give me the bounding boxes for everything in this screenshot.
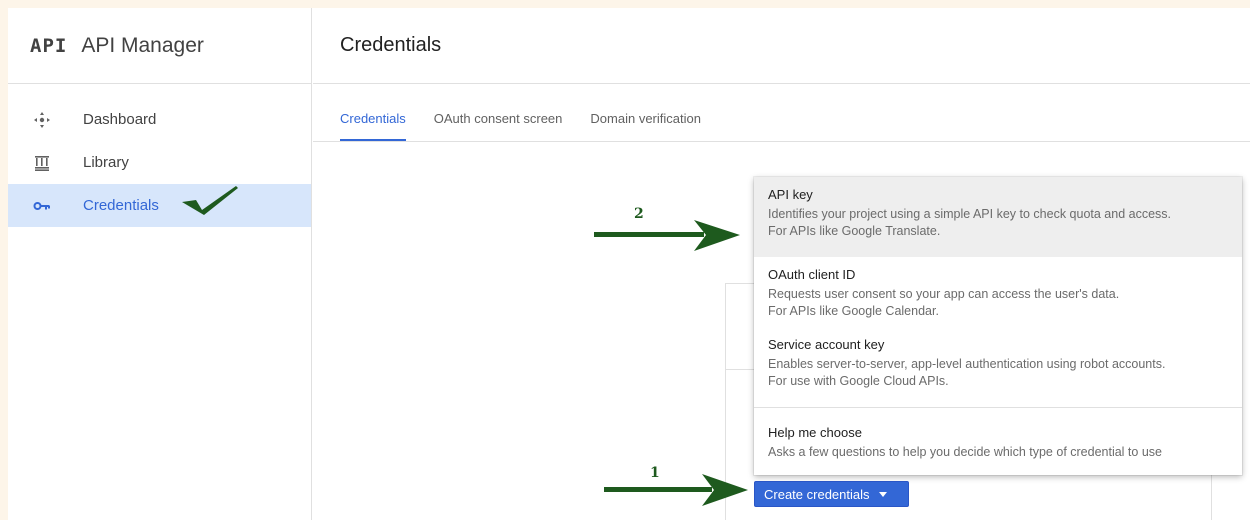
tab-bar: Credentials OAuth consent screen Domain … bbox=[313, 84, 1250, 142]
sidebar-item-credentials[interactable]: Credentials bbox=[8, 184, 311, 227]
checkmark-annotation-icon bbox=[182, 186, 238, 215]
brand-header: API API Manager bbox=[8, 8, 311, 84]
page-title: Credentials bbox=[340, 34, 442, 56]
menu-item-title: API key bbox=[768, 187, 813, 202]
arrow-right-icon bbox=[604, 474, 748, 506]
menu-item-help-me-choose[interactable]: Help me choose Asks a few questions to h… bbox=[754, 408, 1242, 461]
tab-domain-verification[interactable]: Domain verification bbox=[590, 111, 701, 141]
sidebar-item-label: Credentials bbox=[83, 197, 159, 214]
menu-item-api-key[interactable]: API key Identifies your project using a … bbox=[754, 177, 1242, 257]
menu-item-desc: For APIs like Google Translate. bbox=[768, 224, 941, 238]
menu-item-title: OAuth client ID bbox=[768, 267, 856, 282]
caret-down-icon bbox=[878, 491, 887, 497]
menu-item-title: Help me choose bbox=[768, 425, 862, 440]
key-icon bbox=[32, 196, 52, 216]
tab-oauth-consent-screen[interactable]: OAuth consent screen bbox=[434, 111, 563, 141]
menu-item-desc: Enables server-to-server, app-level auth… bbox=[768, 357, 1166, 371]
sidebar: API API Manager Dashboard Library Creden… bbox=[8, 8, 312, 520]
menu-item-desc: For APIs like Google Calendar. bbox=[768, 304, 939, 318]
card-divider bbox=[726, 369, 756, 370]
menu-item-title: Service account key bbox=[768, 337, 885, 352]
menu-item-desc: Identifies your project using a simple A… bbox=[768, 207, 1171, 221]
api-logo: API bbox=[30, 34, 68, 57]
create-credentials-menu: API key Identifies your project using a … bbox=[754, 177, 1242, 475]
sidebar-item-label: Library bbox=[83, 154, 129, 171]
sidebar-nav: Dashboard Library Credentials bbox=[8, 84, 311, 227]
main-content: Credentials Credentials OAuth consent sc… bbox=[313, 8, 1250, 520]
sidebar-item-dashboard[interactable]: Dashboard bbox=[8, 98, 311, 141]
dashboard-icon bbox=[32, 110, 52, 130]
menu-item-desc: Asks a few questions to help you decide … bbox=[768, 445, 1162, 459]
sidebar-item-label: Dashboard bbox=[83, 111, 157, 128]
create-credentials-label: Create credentials bbox=[764, 486, 870, 502]
menu-item-oauth-client-id[interactable]: OAuth client ID Requests user consent so… bbox=[754, 257, 1242, 327]
app-title: API Manager bbox=[81, 33, 204, 57]
menu-item-desc: Requests user consent so your app can ac… bbox=[768, 287, 1120, 301]
arrow-right-icon bbox=[594, 220, 740, 251]
sidebar-item-library[interactable]: Library bbox=[8, 141, 311, 184]
page-header: Credentials bbox=[313, 8, 1250, 84]
menu-item-service-account-key[interactable]: Service account key Enables server-to-se… bbox=[754, 327, 1242, 407]
create-credentials-button[interactable]: Create credentials bbox=[754, 481, 909, 507]
menu-item-desc: For use with Google Cloud APIs. bbox=[768, 374, 949, 388]
tab-credentials[interactable]: Credentials bbox=[340, 111, 406, 141]
library-icon bbox=[32, 153, 52, 173]
